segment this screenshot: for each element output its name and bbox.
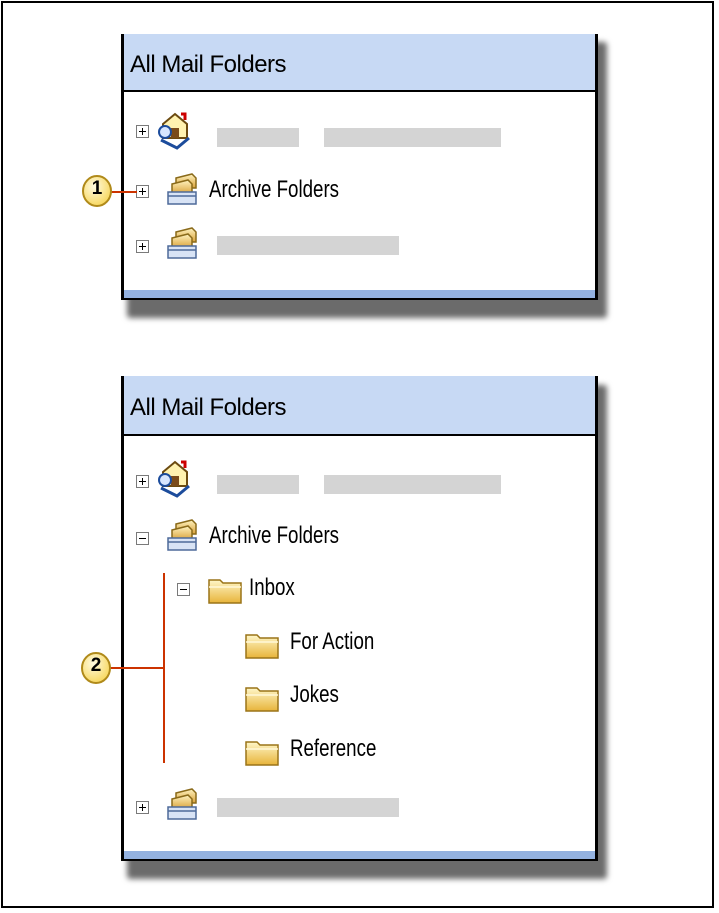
folder-icon: [245, 634, 279, 659]
redacted-text: [217, 128, 299, 147]
pane-footer: [124, 290, 595, 300]
folder-icon: [245, 687, 279, 712]
callout-1-leader: [111, 191, 137, 193]
collapse-inbox-button[interactable]: [177, 583, 190, 596]
archive-icon: [167, 227, 197, 259]
jokes-label[interactable]: Jokes: [290, 681, 339, 709]
folder-pane-collapsed: All Mail Folders Archive Folders: [121, 34, 598, 300]
archive-folders-label[interactable]: Archive Folders: [209, 176, 339, 204]
redacted-text: [217, 236, 399, 255]
redacted-text: [324, 128, 501, 147]
folder-icon: [245, 741, 279, 766]
mailbox-icon: [158, 460, 190, 498]
pane-header-title: All Mail Folders: [130, 51, 287, 78]
archive-folders-label[interactable]: Archive Folders: [209, 522, 339, 550]
callout-1: 1: [81, 174, 113, 207]
expand-folder-button[interactable]: [136, 240, 149, 253]
expand-archive-folders-button[interactable]: [136, 185, 149, 198]
pane-header: All Mail Folders: [124, 34, 595, 92]
folder-icon: [208, 579, 242, 604]
callout-2-leader: [110, 667, 164, 669]
inbox-label[interactable]: Inbox: [249, 574, 295, 602]
mailbox-icon: [158, 112, 190, 150]
pane-header: All Mail Folders: [124, 376, 595, 436]
archive-icon: [167, 519, 197, 551]
pane-header-title: All Mail Folders: [130, 394, 287, 421]
expand-mailbox-button[interactable]: [136, 125, 149, 138]
reference-label[interactable]: Reference: [290, 735, 376, 763]
redacted-text: [217, 475, 299, 494]
redacted-text: [324, 475, 501, 494]
pane-footer: [124, 851, 595, 861]
archive-icon: [167, 788, 197, 820]
callout-2: 2: [80, 651, 112, 684]
redacted-text: [217, 798, 399, 817]
folder-pane-expanded: All Mail Folders Archive Folders Inbox F…: [121, 376, 598, 861]
expand-mailbox-button[interactable]: [136, 475, 149, 488]
archive-icon: [167, 173, 197, 205]
collapse-archive-folders-button[interactable]: [136, 532, 149, 545]
expand-folder-button[interactable]: [136, 801, 149, 814]
for-action-label[interactable]: For Action: [290, 628, 374, 656]
